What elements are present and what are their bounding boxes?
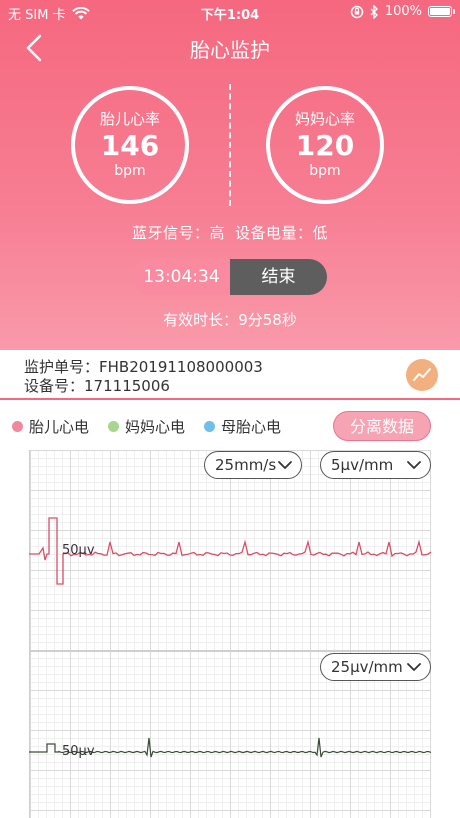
trend-line-icon [413, 368, 431, 381]
maternal-hr-label: 妈妈心率 [294, 110, 355, 128]
order-number-row: 监护单号：FHB20191108000003 [24, 356, 263, 377]
device-battery-label: 设备电量： [235, 224, 313, 242]
session-timer: 13:04:34 [133, 259, 230, 295]
legend-dot-combined [204, 421, 215, 432]
end-button[interactable]: 结束 [230, 259, 327, 295]
top-calibration-label: 50μv [62, 543, 95, 558]
status-bar: 无 SIM 卡 下午1:04 100% [0, 0, 460, 26]
fetal-hr-label: 胎儿心率 [99, 110, 160, 128]
session-controls: 13:04:34 结束 [133, 259, 327, 295]
bottom-calibration-label: 50μv [62, 744, 95, 759]
status-right: 100% [350, 4, 455, 19]
bluetooth-icon [370, 4, 378, 19]
legend-label-combined: 母胎心电 [221, 418, 282, 436]
trend-chart-button[interactable] [406, 359, 438, 391]
valid-duration-row: 有效时长：9分58秒 [0, 309, 460, 330]
battery-icon [428, 6, 455, 17]
legend-item-combined-ecg: 母胎心电 [204, 416, 281, 437]
maternal-hr-value: 120 [295, 129, 355, 162]
legend-item-maternal-ecg: 妈妈心电 [108, 416, 185, 437]
chevron-down-icon [407, 663, 421, 671]
maternal-heart-rate-ring: 妈妈心率 120 bpm [266, 86, 384, 204]
legend-bar: 胎儿心电 妈妈心电 母胎心电 分离数据 [0, 404, 460, 448]
device-number-label: 设备号： [24, 377, 85, 395]
ecg-grid-divider [29, 650, 431, 652]
monitor-info-bar: 监护单号：FHB20191108000003 设备号：171115006 [0, 350, 460, 400]
fetal-hr-value: 146 [100, 129, 160, 162]
fetal-hr-unit: bpm [114, 163, 146, 179]
legend-dot-maternal [108, 421, 119, 432]
device-number-row: 设备号：171115006 [24, 375, 170, 396]
header-panel: 无 SIM 卡 下午1:04 100% 胎心监护 胎儿心率 146 bpm 妈妈… [0, 0, 460, 350]
rings-divider [229, 84, 231, 206]
top-gain-select[interactable]: 5μv/mm [320, 451, 431, 479]
legend-label-maternal: 妈妈心电 [125, 418, 186, 436]
order-number-value: FHB20191108000003 [99, 358, 263, 376]
maternal-hr-unit: bpm [309, 163, 341, 179]
nav-bar: 胎心监护 [0, 30, 460, 66]
bottom-gain-select[interactable]: 25μv/mm [320, 653, 431, 681]
battery-percent: 100% [384, 4, 422, 19]
device-battery-value: 低 [312, 224, 329, 242]
legend-item-fetal-ecg: 胎儿心电 [12, 416, 89, 437]
device-number-value: 171115006 [84, 377, 170, 395]
bluetooth-signal-label: 蓝牙信号： [131, 224, 210, 242]
top-gain-select-value: 5μv/mm [331, 456, 394, 474]
device-status-row: 蓝牙信号：高 设备电量：低 [0, 222, 460, 243]
legend-dot-fetal [12, 421, 23, 432]
rotation-lock-icon [350, 5, 364, 18]
page-title: 胎心监护 [190, 38, 270, 62]
chevron-down-icon [278, 461, 292, 469]
bottom-gain-select-value: 25μv/mm [331, 658, 403, 676]
order-number-label: 监护单号： [24, 358, 100, 376]
chevron-down-icon [407, 461, 421, 469]
speed-select[interactable]: 25mm/s [204, 451, 302, 479]
fetal-heart-rate-ring: 胎儿心率 146 bpm [71, 86, 189, 204]
legend-label-fetal: 胎儿心电 [29, 418, 90, 436]
valid-duration-value: 9分58秒 [238, 311, 297, 329]
valid-duration-label: 有效时长： [163, 311, 239, 329]
speed-select-value: 25mm/s [215, 456, 277, 474]
separate-data-button[interactable]: 分离数据 [333, 411, 431, 441]
bluetooth-signal-value: 高 [209, 224, 225, 242]
